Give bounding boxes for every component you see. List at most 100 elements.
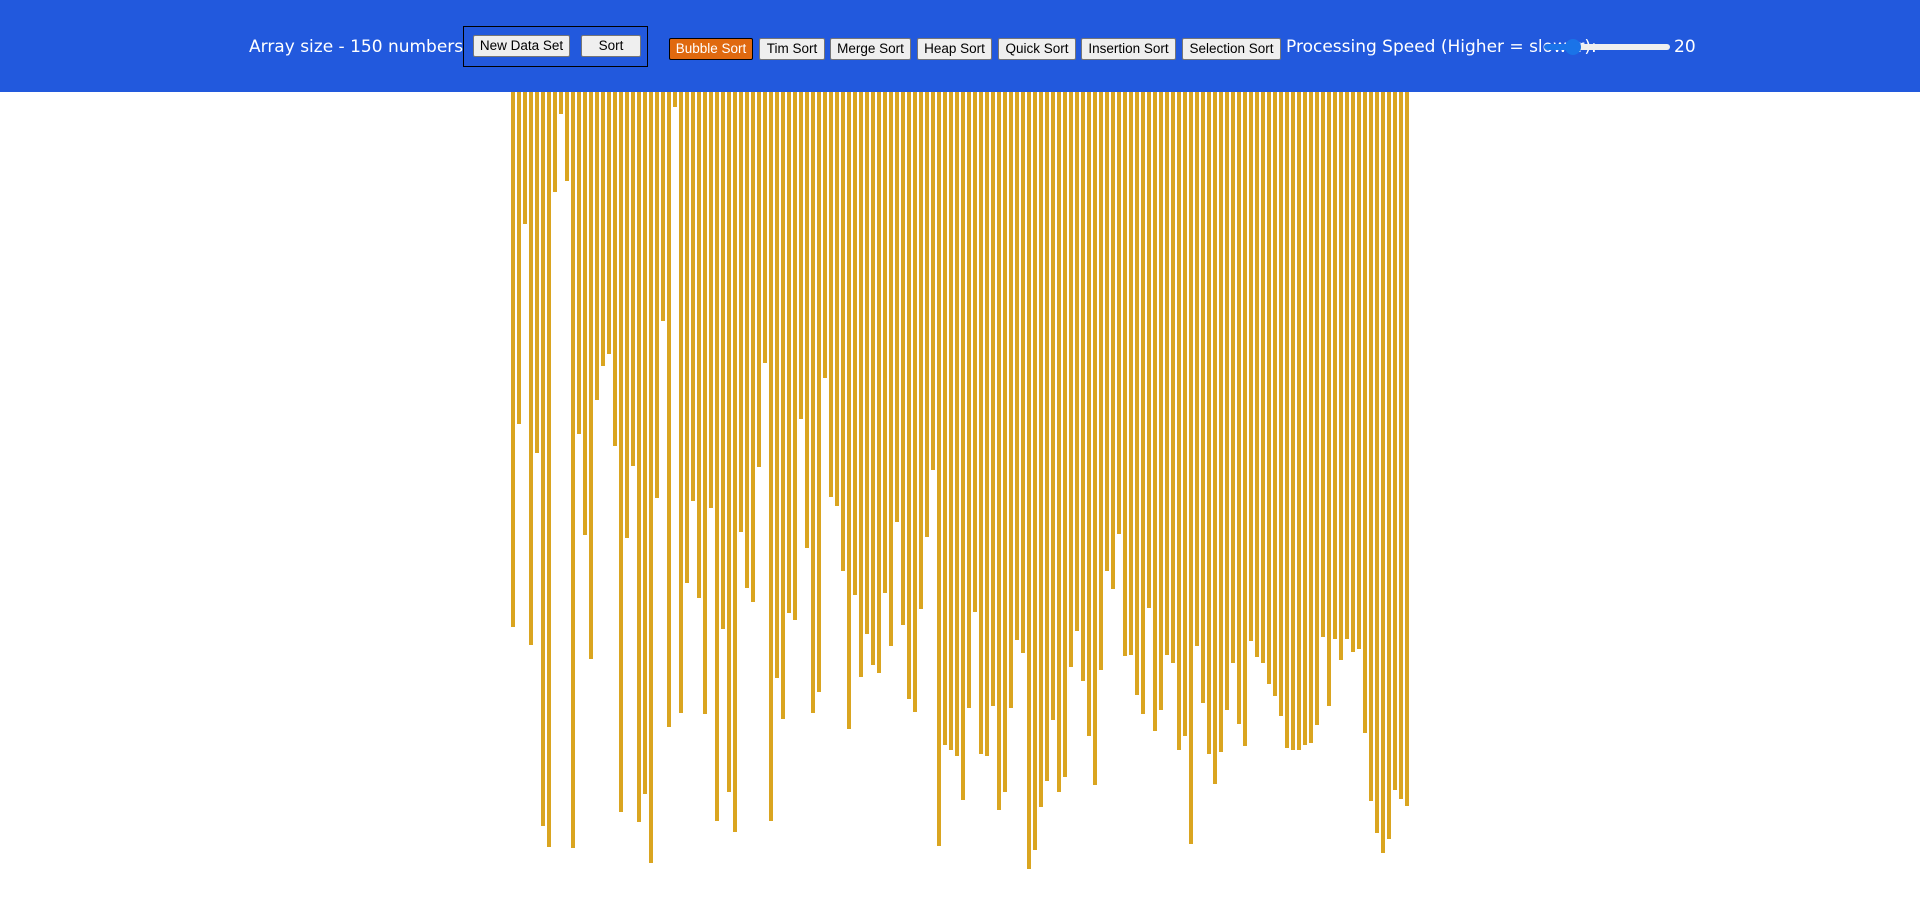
array-bar — [1171, 92, 1175, 663]
array-bar — [1009, 92, 1013, 708]
array-bar — [613, 92, 617, 446]
array-bar — [637, 92, 641, 822]
array-bar — [1111, 92, 1115, 589]
array-bar — [625, 92, 629, 538]
array-bar — [1141, 92, 1145, 714]
array-bar — [1279, 92, 1283, 716]
array-bar — [1339, 92, 1343, 660]
array-bar — [745, 92, 749, 588]
array-bar — [721, 92, 725, 629]
array-bar — [1249, 92, 1253, 641]
array-bar — [907, 92, 911, 699]
array-bar — [1039, 92, 1043, 807]
sort-button[interactable]: Sort — [581, 35, 641, 57]
array-bar — [529, 92, 533, 645]
array-bar — [805, 92, 809, 548]
array-bar — [883, 92, 887, 593]
array-bar — [937, 92, 941, 846]
array-bar — [1225, 92, 1229, 710]
array-bar — [715, 92, 719, 821]
array-bar — [1291, 92, 1295, 750]
array-bar — [763, 92, 767, 363]
array-bar — [1015, 92, 1019, 640]
array-bar — [817, 92, 821, 692]
array-bar — [661, 92, 665, 321]
array-bar — [571, 92, 575, 848]
array-bar — [925, 92, 929, 537]
array-bar — [895, 92, 899, 522]
array-bar — [1051, 92, 1055, 720]
array-bar — [601, 92, 605, 366]
array-bar — [835, 92, 839, 506]
array-bar — [1087, 92, 1091, 736]
array-bar — [619, 92, 623, 812]
array-bar — [523, 92, 527, 224]
array-bar — [991, 92, 995, 706]
array-bar — [1381, 92, 1385, 853]
array-bar — [823, 92, 827, 378]
array-bar — [589, 92, 593, 659]
array-bar — [1315, 92, 1319, 725]
array-bar — [667, 92, 671, 727]
array-bar — [985, 92, 989, 756]
array-bar — [1321, 92, 1325, 637]
array-bar — [943, 92, 947, 745]
array-bar — [889, 92, 893, 646]
array-bar — [565, 92, 569, 181]
merge-sort-button[interactable]: Merge Sort — [830, 38, 911, 60]
array-bar — [595, 92, 599, 400]
tim-sort-button[interactable]: Tim Sort — [759, 38, 825, 60]
array-bar — [1099, 92, 1103, 670]
insertion-sort-button[interactable]: Insertion Sort — [1081, 38, 1176, 60]
array-bar — [1375, 92, 1379, 833]
slider-thumb[interactable] — [1564, 39, 1581, 55]
array-bar — [1327, 92, 1331, 706]
processing-speed-slider[interactable] — [1544, 39, 1670, 55]
array-bar — [799, 92, 803, 419]
array-bar — [1399, 92, 1403, 799]
array-bar — [679, 92, 683, 713]
new-data-set-button[interactable]: New Data Set — [473, 35, 570, 57]
array-bar — [751, 92, 755, 602]
array-bar — [1243, 92, 1247, 746]
array-bar — [1207, 92, 1211, 754]
heap-sort-button[interactable]: Heap Sort — [917, 38, 992, 60]
array-bar — [673, 92, 677, 107]
array-bar — [1189, 92, 1193, 844]
array-bar — [1177, 92, 1181, 750]
array-bar — [1351, 92, 1355, 652]
array-bar — [1021, 92, 1025, 653]
array-bar — [811, 92, 815, 713]
array-bar — [931, 92, 935, 470]
array-bar — [859, 92, 863, 677]
array-bar — [1183, 92, 1187, 736]
array-bar — [967, 92, 971, 708]
array-bar — [553, 92, 557, 192]
array-bar — [1303, 92, 1307, 745]
array-bar — [1273, 92, 1277, 696]
array-bar — [691, 92, 695, 501]
array-bar — [865, 92, 869, 634]
array-bar — [1105, 92, 1109, 571]
array-bar — [709, 92, 713, 508]
array-bar — [727, 92, 731, 792]
array-bar — [1213, 92, 1217, 784]
array-bar — [775, 92, 779, 678]
array-bar — [577, 92, 581, 434]
array-bar — [535, 92, 539, 453]
array-bar — [793, 92, 797, 620]
array-bar — [961, 92, 965, 800]
array-bar — [853, 92, 857, 595]
array-bar — [1093, 92, 1097, 785]
array-bar — [787, 92, 791, 613]
data-controls-group: New Data Set Sort — [463, 26, 648, 67]
array-bar — [955, 92, 959, 756]
array-bar — [1231, 92, 1235, 663]
quick-sort-button[interactable]: Quick Sort — [998, 38, 1076, 60]
array-bar — [1165, 92, 1169, 655]
selection-sort-button[interactable]: Selection Sort — [1182, 38, 1281, 60]
array-size-label: Array size - 150 numbers — [249, 37, 464, 57]
array-bar — [1405, 92, 1409, 806]
bubble-sort-button[interactable]: Bubble Sort — [669, 38, 753, 60]
array-bar — [781, 92, 785, 719]
